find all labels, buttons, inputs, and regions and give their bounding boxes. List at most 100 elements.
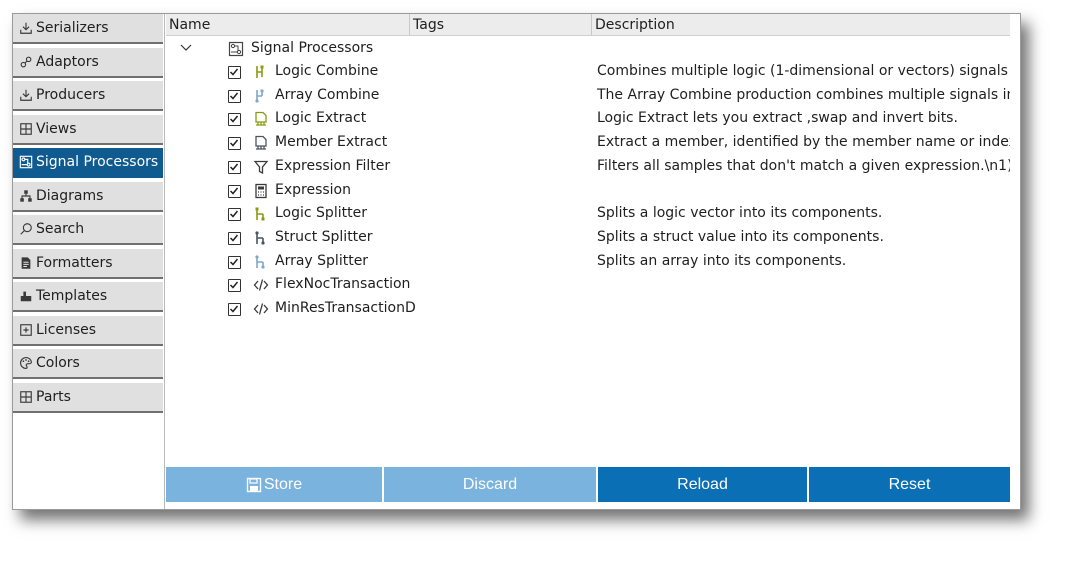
row-name: Array Combine [275,86,380,103]
license-icon [18,322,34,338]
sidebar-item-label: Producers [36,87,106,103]
sidebar-item-serializers[interactable]: Serializers [13,14,163,44]
checkmark-icon [229,68,239,76]
sidebar-item-label: Signal Processors [36,154,159,170]
tree-row[interactable]: FlexNocTransaction [166,274,1010,297]
tree-group-row[interactable]: Signal Processors [166,38,1010,61]
logic-splitter-icon [253,206,269,222]
discard-button-label: Discard [462,475,518,493]
sidebar-item-producers[interactable]: Producers [13,81,163,111]
sidebar-item-label: Serializers [36,20,109,36]
tree-row[interactable]: Array Combine The Array Combine productio… [166,85,1012,108]
row-name: Member Extract [275,134,388,151]
sidebar-item-diagrams[interactable]: Diagrams [13,181,163,212]
row-name: Logic Splitter [275,205,367,222]
sidebar-item-colors[interactable]: Colors [13,349,163,379]
checkmark-icon [229,210,239,218]
sidebar-item-label: Views [36,120,77,137]
checkmark-icon [229,115,239,124]
sidebar-item-signal-processors[interactable]: Signal Processors [13,148,163,178]
sidebar-item-adaptors[interactable]: Adaptors [13,47,163,78]
tree-row[interactable]: MinResTransactionD [166,298,1010,321]
sidebar: Serializers Adaptors Producers Views Signal … [13,14,165,509]
main-panel: Name Tags Description Signal Processors … [166,14,1020,509]
row-checkbox[interactable] [228,303,241,316]
code-icon [253,277,269,293]
column-header-description[interactable]: Description [592,14,1010,35]
row-description: Splits a struct value into its component… [597,228,884,245]
sidebar-item-label: Diagrams [36,187,104,204]
row-checkbox[interactable] [228,184,241,198]
sidebar-item-templates[interactable]: Templates [13,282,163,312]
hierarchy-icon [18,188,34,204]
chevron-down-icon[interactable] [179,41,193,55]
tree-row[interactable]: Logic Splitter Splits a logic vector into… [166,203,1010,226]
row-checkbox[interactable] [228,160,241,174]
tree-row[interactable]: Struct Splitter Splits a struct value int… [166,227,1010,250]
checkmark-icon [229,281,239,289]
row-name: Struct Splitter [275,228,373,245]
sidebar-item-licenses[interactable]: Licenses [13,315,163,346]
reload-button[interactable]: Reload [598,467,809,502]
sidebar-item-search[interactable]: Search [13,215,163,245]
grid-icon [18,121,34,137]
row-checkbox[interactable] [228,66,241,79]
sidebar-item-label: Templates [36,288,108,304]
checkmark-icon [229,139,239,147]
struct-splitter-icon [253,230,269,246]
vertical-scrollbar[interactable] [1010,14,1020,509]
tree-row[interactable]: Logic Extract Logic Extract lets you extr… [166,108,1010,131]
tree-row[interactable]: Array Splitter Splits an array into its c… [166,251,1010,274]
column-header-tags[interactable]: Tags [410,14,592,35]
row-name: Logic Extract [275,110,367,127]
tree-group-label: Signal Processors [251,40,374,56]
row-checkbox[interactable] [228,208,241,222]
tree-row[interactable]: Member Extract Extract a member, identifi… [166,132,1012,155]
reset-button[interactable]: Reset [809,467,1010,502]
main-window: Serializers Adaptors Producers Views Signal … [12,13,1021,510]
row-description: Filters all samples that don't match a g… [597,157,1012,174]
row-checkbox[interactable] [228,255,241,269]
grid-icon [18,389,34,405]
store-button-label: Store [263,475,303,493]
reload-button-label: Reload [677,475,728,493]
button-bar: Store Discard Reload Reset [166,467,1010,502]
row-checkbox[interactable] [228,231,241,245]
tree-row[interactable]: Expression Filter Filters all samples tha… [166,156,1012,179]
plug-icon [18,54,34,70]
checkmark-icon [229,187,239,195]
calculator-icon [253,183,269,199]
discard-button[interactable]: Discard [384,467,598,502]
array-splitter-icon [253,254,269,270]
search-icon [18,221,34,237]
sidebar-item-label: Parts [36,388,71,405]
row-checkbox[interactable] [228,137,241,151]
row-checkbox[interactable] [228,279,241,293]
tree-row[interactable]: Expression [166,180,1010,203]
row-description: Splits an array into its components. [597,252,847,269]
sidebar-item-label: Adaptors [36,53,99,70]
row-description: The Array Combine production combines mu… [597,86,1012,103]
row-description: Extract a member, identified by the memb… [597,134,1012,151]
signal-processor-tree: Signal Processors Logic Combine Combines … [166,36,1012,466]
checkmark-icon [229,163,239,171]
row-checkbox[interactable] [228,113,241,127]
checkmark-icon [229,258,239,266]
table-header: Name Tags Description [166,14,1010,36]
column-header-name[interactable]: Name [166,14,410,35]
logic-extract-icon [253,111,269,127]
tree-row[interactable]: Logic Combine Combines multiple logic (1-… [166,61,1012,84]
row-checkbox[interactable] [228,89,241,103]
row-name: Array Splitter [275,252,369,269]
member-extract-icon [253,135,269,151]
row-name: FlexNocTransaction [275,276,411,293]
sidebar-item-views[interactable]: Views [13,114,163,145]
store-button[interactable]: Store [166,467,384,502]
sidebar-item-formatters[interactable]: Formatters [13,248,163,279]
sidebar-item-parts[interactable]: Parts [13,382,163,413]
download-tray-icon [18,20,34,36]
row-description: Combines multiple logic (1-dimensional o… [597,63,1012,79]
palette-icon [18,355,34,371]
row-description: Splits a logic vector into its component… [597,205,883,222]
code-icon [253,301,269,317]
